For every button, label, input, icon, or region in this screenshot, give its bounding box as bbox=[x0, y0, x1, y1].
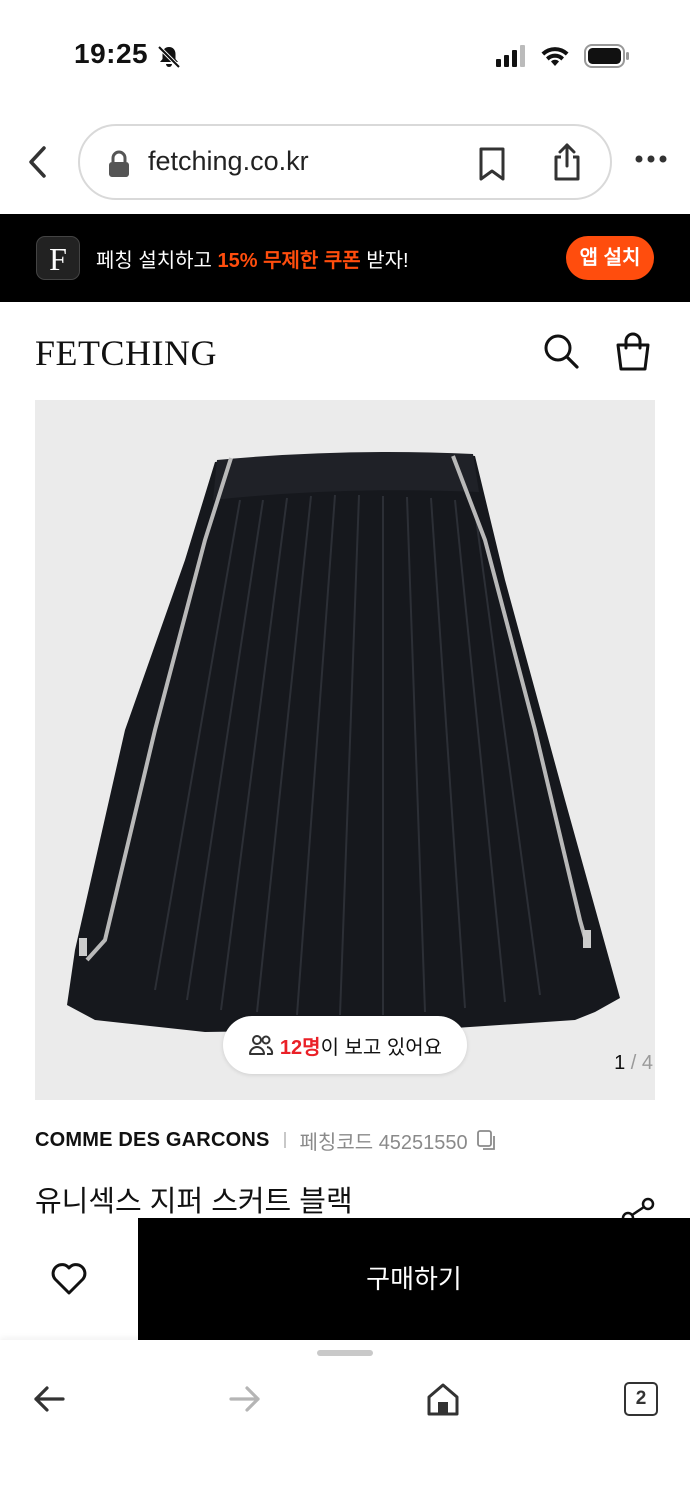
bell-slash-icon bbox=[157, 45, 181, 69]
browser-toolbar: 2 bbox=[0, 1340, 690, 1500]
drag-handle[interactable] bbox=[317, 1350, 373, 1356]
battery-icon bbox=[584, 44, 629, 68]
status-indicators bbox=[496, 44, 630, 68]
browser-url-bar: fetching.co.kr bbox=[0, 118, 690, 206]
people-icon bbox=[248, 1035, 273, 1055]
image-current: 1 bbox=[614, 1052, 626, 1074]
wifi-icon bbox=[541, 47, 569, 66]
viewers-badge: 12명 이 보고 있어요 bbox=[223, 1016, 467, 1074]
arrow-right-icon[interactable] bbox=[228, 1384, 262, 1414]
banner-highlight: 15% 무제한 쿠폰 bbox=[217, 250, 361, 272]
skirt-illustration bbox=[67, 452, 620, 1032]
product-title: 유니섹스 지퍼 스커트 블랙 bbox=[35, 1186, 353, 1218]
share-icon[interactable] bbox=[620, 1196, 656, 1220]
copy-icon[interactable] bbox=[476, 1129, 498, 1151]
viewers-count: 12명 bbox=[279, 1036, 321, 1059]
url-text: fetching.co.kr bbox=[148, 146, 309, 176]
image-counter: 1 / 4 bbox=[614, 1052, 653, 1075]
image-separator: / bbox=[630, 1052, 637, 1074]
brand-name[interactable]: COMME DES GARCONS bbox=[35, 1129, 270, 1152]
lock-icon bbox=[109, 150, 129, 177]
app-logo: F bbox=[36, 236, 80, 280]
product-image[interactable]: 12명 이 보고 있어요 1 / 4 bbox=[35, 400, 655, 1100]
brand-row: COMME DES GARCONS 페칭코드 45251550 bbox=[35, 1126, 498, 1154]
status-time: 19:25 bbox=[74, 38, 149, 69]
site-logo[interactable]: FETCHING bbox=[35, 332, 217, 374]
search-icon[interactable] bbox=[542, 332, 580, 370]
product-code: 페칭코드 45251550 bbox=[299, 1131, 468, 1154]
banner-text-prefix: 페칭 설치하고 bbox=[96, 250, 218, 272]
divider bbox=[283, 1132, 286, 1148]
chevron-left-icon[interactable] bbox=[24, 144, 54, 180]
more-icon[interactable] bbox=[634, 152, 668, 166]
share-icon[interactable] bbox=[552, 142, 582, 182]
banner-text-suffix: 받자! bbox=[360, 250, 409, 272]
wishlist-button[interactable] bbox=[0, 1218, 138, 1340]
address-bar[interactable]: fetching.co.kr bbox=[78, 124, 612, 200]
viewers-suffix: 이 보고 있어요 bbox=[320, 1036, 443, 1059]
status-bar: 19:25 bbox=[0, 0, 690, 110]
bookmark-icon[interactable] bbox=[478, 146, 506, 182]
install-app-button[interactable]: 앱 설치 bbox=[566, 236, 654, 280]
site-header: FETCHING bbox=[0, 302, 690, 400]
buy-button[interactable]: 구매하기 bbox=[138, 1218, 690, 1340]
app-install-banner: F 페칭 설치하고 15% 무제한 쿠폰 받자! 앱 설치 bbox=[0, 214, 690, 302]
purchase-bar: 구매하기 bbox=[0, 1218, 690, 1340]
shopping-bag-icon[interactable] bbox=[614, 332, 652, 372]
heart-icon bbox=[51, 1263, 87, 1295]
tabs-icon[interactable]: 2 bbox=[624, 1382, 658, 1416]
signal-icon bbox=[496, 45, 525, 67]
banner-text: 페칭 설치하고 15% 무제한 쿠폰 받자! bbox=[96, 244, 409, 273]
arrow-left-icon[interactable] bbox=[32, 1384, 66, 1414]
home-icon[interactable] bbox=[426, 1382, 460, 1416]
image-total: 4 bbox=[641, 1052, 653, 1074]
